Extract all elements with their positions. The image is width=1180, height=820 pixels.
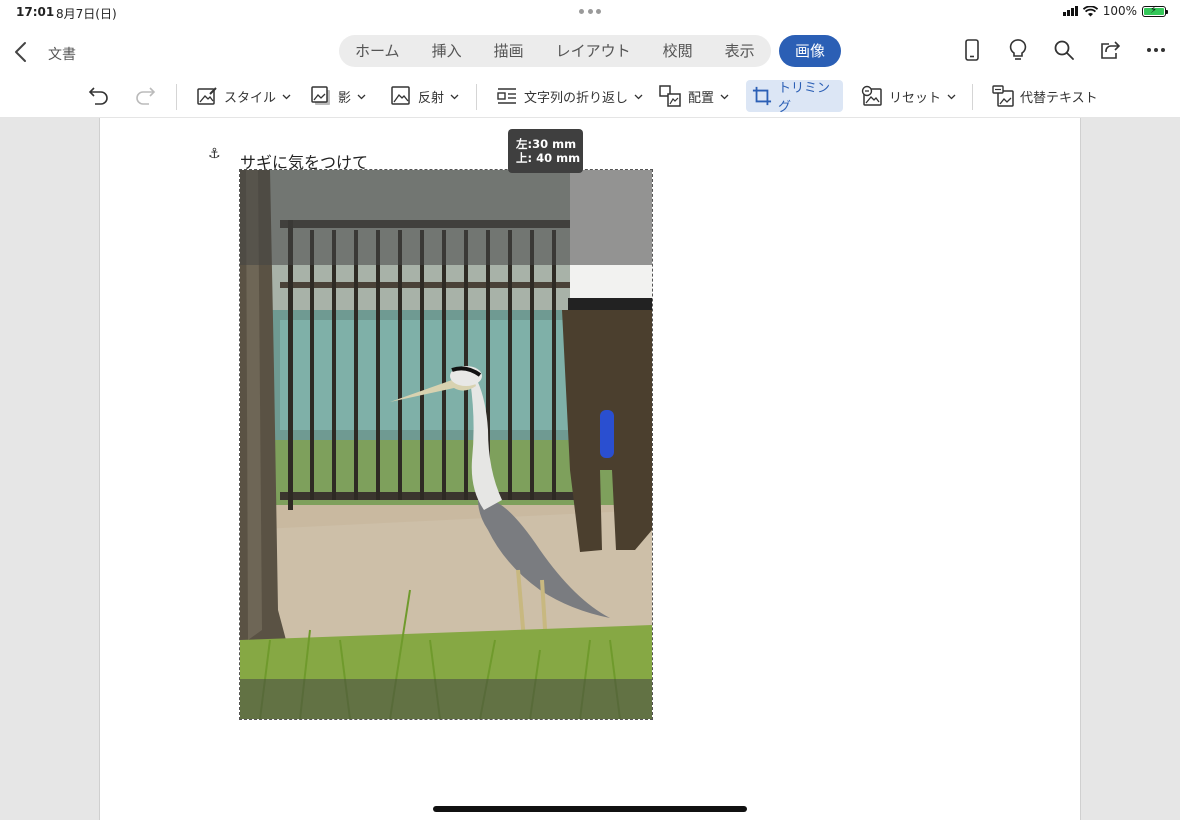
document-title[interactable]: 文書 <box>48 44 76 64</box>
chevron-down-icon <box>634 89 643 104</box>
tab-layout[interactable]: レイアウト <box>556 35 631 67</box>
chevron-down-icon <box>947 89 956 104</box>
battery-percent: 100% <box>1102 4 1137 18</box>
more-icon[interactable] <box>1144 38 1168 62</box>
reflection-icon <box>391 86 410 105</box>
wifi-icon <box>1082 5 1098 16</box>
chevron-left-icon[interactable] <box>12 40 32 64</box>
cropped-top-region <box>240 170 652 265</box>
picture-toolbar: スタイル 影 反射 文字列の折り返し 配置 トリミング リセット 代替テキスト <box>0 76 1180 118</box>
anchor-icon: ⚓ <box>208 146 221 162</box>
crop-button[interactable]: トリミング <box>746 80 843 115</box>
undo-icon <box>88 87 108 105</box>
crop-frame[interactable] <box>239 169 653 720</box>
tab-view[interactable]: 表示 <box>725 35 755 67</box>
reset-picture-icon <box>861 85 882 106</box>
crop-icon <box>752 86 772 106</box>
home-indicator[interactable] <box>433 806 747 812</box>
chevron-down-icon <box>450 89 459 104</box>
wrap-text-button[interactable]: 文字列の折り返し <box>496 80 643 112</box>
alt-text-icon <box>992 85 1014 107</box>
status-bar: 17:01 8月7日(日) 100% ⚡ <box>0 0 1180 24</box>
tab-picture[interactable]: 画像 <box>779 35 841 67</box>
redo-button[interactable] <box>134 80 156 112</box>
cellular-signal-icon <box>1062 6 1078 16</box>
undo-button[interactable] <box>88 80 110 112</box>
status-time: 17:01 <box>16 5 55 19</box>
shadow-icon <box>311 86 330 105</box>
tab-draw[interactable]: 描画 <box>494 35 524 67</box>
cropped-bottom-region <box>240 679 652 719</box>
crop-offset-tooltip: 左:30 mm 上: 40 mm <box>508 129 583 173</box>
chevron-down-icon <box>357 89 366 104</box>
tooltip-top-offset: 上: 40 mm <box>516 151 581 165</box>
search-icon[interactable] <box>1052 38 1076 62</box>
reset-button[interactable]: リセット <box>861 80 956 112</box>
lightbulb-icon[interactable] <box>1006 38 1030 62</box>
chevron-down-icon <box>720 89 729 104</box>
tooltip-left-offset: 左:30 mm <box>516 137 577 151</box>
shadow-button[interactable]: 影 <box>310 80 366 112</box>
reflection-button[interactable]: 反射 <box>390 80 459 112</box>
redo-icon <box>136 87 156 105</box>
battery-icon: ⚡ <box>1142 5 1168 17</box>
tab-insert[interactable]: 挿入 <box>432 35 462 67</box>
arrange-button[interactable]: 配置 <box>658 80 729 112</box>
tab-review[interactable]: 校閲 <box>663 35 693 67</box>
ribbon-header: 文書 ホーム 挿入 描画 レイアウト 校閲 表示 画像 <box>0 24 1180 76</box>
status-date: 8月7日(日) <box>56 7 117 21</box>
share-icon[interactable] <box>1098 38 1122 62</box>
phone-view-icon[interactable] <box>960 38 984 62</box>
style-button[interactable]: スタイル <box>196 80 291 112</box>
arrange-icon <box>659 85 681 107</box>
chevron-down-icon <box>282 89 291 104</box>
picture-style-icon <box>197 87 217 105</box>
tab-home[interactable]: ホーム <box>355 35 400 67</box>
multitasking-dots-icon[interactable] <box>579 9 601 15</box>
ribbon-tabs: ホーム 挿入 描画 レイアウト 校閲 表示 <box>339 35 771 67</box>
wrap-text-icon <box>497 88 516 104</box>
alt-text-button[interactable]: 代替テキスト <box>992 80 1098 112</box>
